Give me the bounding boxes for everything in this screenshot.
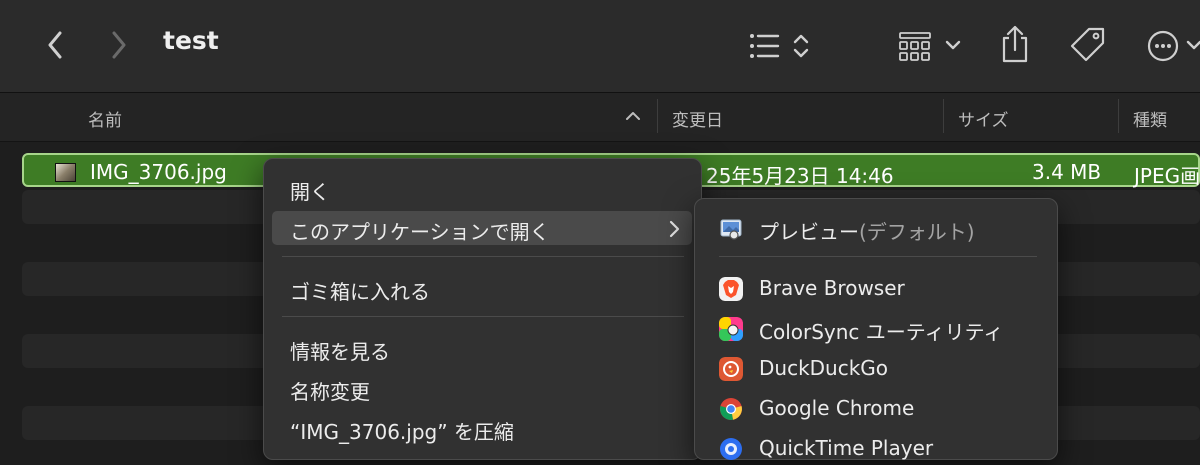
menu-item-get-info[interactable]: 情報を見る	[272, 331, 692, 365]
chevron-right-icon	[669, 220, 680, 238]
chevron-right-icon	[112, 31, 126, 59]
image-file-icon	[55, 163, 76, 182]
submenu-item-label: ColorSync ユーティリティ	[759, 320, 1004, 344]
column-size[interactable]: サイズ	[958, 106, 1009, 131]
menu-item-label: ゴミ箱に入れる	[290, 280, 430, 304]
submenu-item-label: Brave Browser	[759, 276, 905, 300]
grid-icon	[899, 32, 961, 61]
quicktime-player-icon	[720, 438, 742, 460]
submenu-item-preview[interactable]: プレビュー(デフォルト)	[703, 211, 1049, 245]
column-divider[interactable]	[943, 99, 944, 133]
menu-item-open[interactable]: 開く	[272, 171, 692, 205]
tag-icon	[1070, 27, 1105, 62]
default-app-name: プレビュー	[759, 220, 859, 244]
tag-button[interactable]	[1068, 26, 1108, 64]
submenu-item-colorsync[interactable]: ColorSync ユーティリティ	[703, 311, 1049, 345]
menu-item-move-to-trash[interactable]: ゴミ箱に入れる	[272, 271, 692, 305]
submenu-item-quicktime[interactable]: QuickTime Player	[703, 431, 1049, 465]
context-menu: 開く このアプリケーションで開く ゴミ箱に入れる 情報を見る 名称変更 “IMG…	[263, 158, 702, 460]
menu-item-label: 開く	[290, 180, 330, 204]
menu-separator	[282, 316, 684, 317]
file-date-modified: 25年5月23日 14:46	[706, 164, 894, 188]
submenu-item-brave[interactable]: Brave Browser	[703, 271, 1049, 305]
menu-item-label: 名称変更	[290, 380, 370, 404]
back-button[interactable]	[40, 28, 70, 62]
file-size: 3.4 MB	[1032, 160, 1102, 184]
brave-browser-icon	[719, 277, 743, 301]
menu-item-label: “IMG_3706.jpg” を圧縮	[290, 420, 514, 444]
default-app-suffix: (デフォルト)	[859, 220, 975, 244]
submenu-item-label: プレビュー(デフォルト)	[759, 216, 975, 245]
window-title: test	[163, 26, 219, 55]
menu-item-rename[interactable]: 名称変更	[272, 371, 692, 405]
menu-item-open-with[interactable]: このアプリケーションで開く	[272, 211, 692, 245]
submenu-item-label: Google Chrome	[759, 396, 915, 420]
list-view-icon	[750, 34, 809, 58]
menu-item-label: 情報を見る	[290, 340, 390, 364]
open-with-submenu: プレビュー(デフォルト) Brave Browser ColorSync ユーテ…	[694, 198, 1058, 460]
column-name[interactable]: 名前	[88, 106, 122, 131]
menu-item-label: このアプリケーションで開く	[290, 220, 550, 244]
column-divider[interactable]	[1118, 99, 1119, 133]
menu-item-compress[interactable]: “IMG_3706.jpg” を圧縮	[272, 411, 692, 445]
toolbar: test	[0, 0, 1200, 93]
submenu-item-label: DuckDuckGo	[759, 356, 889, 380]
chevron-left-icon	[48, 31, 62, 59]
submenu-item-label: QuickTime Player	[759, 436, 934, 460]
file-kind: JPEG画	[1134, 164, 1200, 188]
google-chrome-icon	[720, 398, 742, 420]
preview-app-icon	[720, 219, 742, 240]
file-name: IMG_3706.jpg	[90, 160, 227, 184]
duckduckgo-icon	[719, 357, 743, 381]
more-actions-button[interactable]	[1146, 28, 1200, 64]
list-view-button[interactable]	[746, 28, 812, 64]
menu-separator	[282, 256, 684, 257]
group-button[interactable]	[898, 28, 964, 64]
sort-ascending-icon[interactable]	[624, 107, 642, 125]
share-icon	[1002, 25, 1028, 63]
submenu-item-chrome[interactable]: Google Chrome	[703, 391, 1049, 425]
column-kind[interactable]: 種類	[1133, 106, 1167, 131]
menu-separator	[719, 256, 1037, 257]
column-date-modified[interactable]: 変更日	[672, 106, 723, 131]
column-header: 名前 変更日 サイズ 種類	[0, 93, 1200, 142]
colorsync-utility-icon	[719, 317, 743, 341]
ellipsis-circle-icon	[1147, 30, 1200, 62]
submenu-item-duckduckgo[interactable]: DuckDuckGo	[703, 351, 1049, 385]
forward-button[interactable]	[104, 28, 134, 62]
share-button[interactable]	[998, 24, 1032, 64]
column-divider[interactable]	[657, 99, 658, 133]
